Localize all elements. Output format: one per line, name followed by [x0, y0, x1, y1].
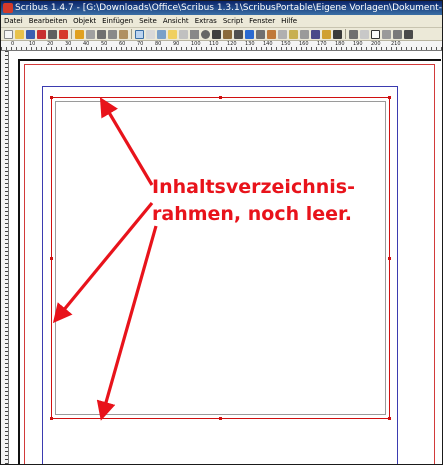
resize-handle-top-right[interactable]: [388, 96, 391, 99]
pdf-combobox-icon[interactable]: [382, 29, 391, 39]
ruler-label: 110: [209, 41, 219, 47]
menu-einfuegen[interactable]: Einfügen: [102, 15, 133, 27]
menu-ansicht[interactable]: Ansicht: [163, 15, 189, 27]
ruler-label: 80: [155, 41, 162, 47]
document-canvas[interactable]: [9, 51, 442, 464]
ruler-label: 10: [29, 41, 36, 47]
bezier-icon[interactable]: [223, 29, 232, 39]
shape-icon[interactable]: [190, 29, 199, 39]
menu-bar: Datei Bearbeiten Objekt Einfügen Seite A…: [1, 15, 442, 28]
ruler-label: 210: [391, 41, 401, 47]
save-icon[interactable]: [26, 29, 35, 39]
resize-handle-bottom-right[interactable]: [388, 417, 391, 420]
text-frame-icon[interactable]: [146, 29, 155, 39]
ruler-label: 70: [137, 41, 144, 47]
menu-bearbeiten[interactable]: Bearbeiten: [29, 15, 67, 27]
menu-seite[interactable]: Seite: [139, 15, 157, 27]
ruler-label: 190: [353, 41, 363, 47]
rotate-icon[interactable]: [245, 29, 254, 39]
pdf-text-field-icon[interactable]: [360, 29, 369, 39]
eyedropper-icon[interactable]: [333, 29, 342, 39]
menu-datei[interactable]: Datei: [4, 15, 23, 27]
resize-handle-middle-left[interactable]: [50, 257, 53, 260]
ruler-label: 40: [83, 41, 90, 47]
toolbar: [1, 28, 442, 41]
link-frames-icon[interactable]: [289, 29, 298, 39]
select-tool-icon[interactable]: [135, 29, 144, 39]
scribus-app-icon: [3, 3, 13, 13]
ruler-label: 30: [65, 41, 72, 47]
ruler-label: 100: [191, 41, 201, 47]
toolbar-separator: [71, 29, 72, 39]
edit-text-icon[interactable]: [278, 29, 287, 39]
ruler-label: 60: [119, 41, 126, 47]
ruler-label: 160: [299, 41, 309, 47]
ruler-label: 180: [335, 41, 345, 47]
new-document-icon[interactable]: [4, 29, 13, 39]
resize-handle-bottom-left[interactable]: [50, 417, 53, 420]
ruler-label: 200: [371, 41, 381, 47]
window-title: Scribus 1.4.7 - [G:\Downloads\Office\Scr…: [15, 3, 442, 13]
annotation-label: Inhaltsverzeichnis- rahmen, noch leer.: [152, 176, 355, 225]
resize-handle-top-left[interactable]: [50, 96, 53, 99]
polygon-icon[interactable]: [201, 29, 210, 39]
table-icon[interactable]: [179, 29, 188, 39]
ruler-label: 150: [281, 41, 291, 47]
print-icon[interactable]: [48, 29, 57, 39]
horizontal-ruler[interactable]: 0 10 20 30 40 50 60 70 80 90 100 110 120…: [1, 41, 442, 51]
freehand-icon[interactable]: [234, 29, 243, 39]
menu-hilfe[interactable]: Hilfe: [281, 15, 297, 27]
pdf-listbox-icon[interactable]: [393, 29, 402, 39]
pdf-annotation-icon[interactable]: [404, 29, 413, 39]
ruler-label: 90: [173, 41, 180, 47]
pdf-checkbox-icon[interactable]: [371, 29, 380, 39]
copy-properties-icon[interactable]: [322, 29, 331, 39]
redo-icon[interactable]: [86, 29, 95, 39]
ruler-label: 170: [317, 41, 327, 47]
cut-icon[interactable]: [97, 29, 106, 39]
resize-handle-bottom-middle[interactable]: [219, 417, 222, 420]
ruler-label: 130: [245, 41, 255, 47]
ruler-label: 120: [227, 41, 237, 47]
unlink-frames-icon[interactable]: [300, 29, 309, 39]
paste-icon[interactable]: [119, 29, 128, 39]
line-icon[interactable]: [212, 29, 221, 39]
vertical-ruler[interactable]: [1, 51, 9, 464]
toc-text-frame[interactable]: [51, 97, 390, 419]
title-bar: Scribus 1.4.7 - [G:\Downloads\Office\Scr…: [1, 1, 442, 15]
ruler-label: 50: [101, 41, 108, 47]
ruler-label: 0: [11, 41, 15, 47]
render-frame-icon[interactable]: [168, 29, 177, 39]
open-folder-icon[interactable]: [15, 29, 24, 39]
edit-contents-icon[interactable]: [267, 29, 276, 39]
menu-fenster[interactable]: Fenster: [249, 15, 275, 27]
ruler-label: 140: [263, 41, 273, 47]
menu-objekt[interactable]: Objekt: [73, 15, 96, 27]
pdf-button-icon[interactable]: [349, 29, 358, 39]
close-document-icon[interactable]: [37, 29, 46, 39]
measure-icon[interactable]: [311, 29, 320, 39]
undo-icon[interactable]: [75, 29, 84, 39]
toolbar-separator: [345, 29, 346, 39]
zoom-icon[interactable]: [256, 29, 265, 39]
copy-icon[interactable]: [108, 29, 117, 39]
resize-handle-top-middle[interactable]: [219, 96, 222, 99]
ruler-label: 20: [47, 41, 54, 47]
menu-script[interactable]: Script: [223, 15, 243, 27]
toolbar-separator: [131, 29, 132, 39]
menu-extras[interactable]: Extras: [195, 15, 217, 27]
resize-handle-middle-right[interactable]: [388, 257, 391, 260]
export-pdf-icon[interactable]: [59, 29, 68, 39]
image-frame-icon[interactable]: [157, 29, 166, 39]
